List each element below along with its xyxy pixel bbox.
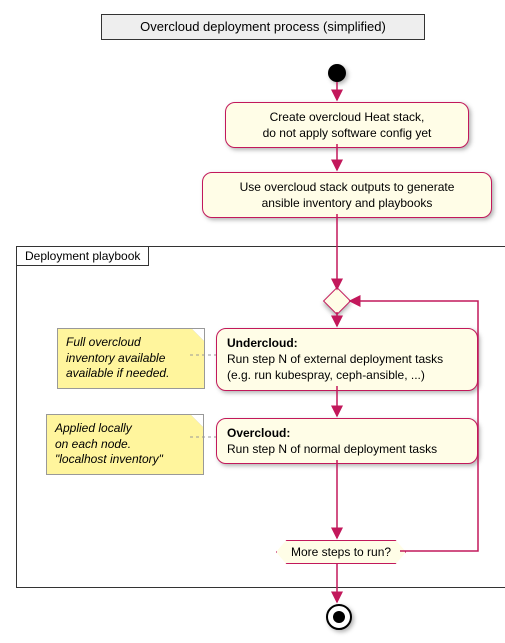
activity-generate-inventory: Use overcloud stack outputs to generatea… <box>202 172 492 218</box>
activity-create-heat-stack: Create overcloud Heat stack,do not apply… <box>225 102 469 148</box>
activity-overcloud-step: Overcloud: Run step N of normal deployme… <box>216 418 478 464</box>
note-undercloud: Full overcloudinventory availableavailab… <box>57 328 205 389</box>
activity-undercloud-step: Undercloud: Run step N of external deplo… <box>216 328 478 391</box>
undercloud-heading: Undercloud: <box>227 336 298 350</box>
note-overcloud: Applied locallyon each node."localhost i… <box>46 414 204 475</box>
frame-label: Deployment playbook <box>17 247 149 266</box>
overcloud-heading: Overcloud: <box>227 426 290 440</box>
decision-more-steps: More steps to run? <box>276 540 406 564</box>
overcloud-body: Run step N of normal deployment tasks <box>227 442 437 456</box>
end-node <box>326 604 352 630</box>
undercloud-body: Run step N of external deployment tasks(… <box>227 352 443 382</box>
diagram-title: Overcloud deployment process (simplified… <box>101 14 425 40</box>
start-node <box>328 64 346 82</box>
